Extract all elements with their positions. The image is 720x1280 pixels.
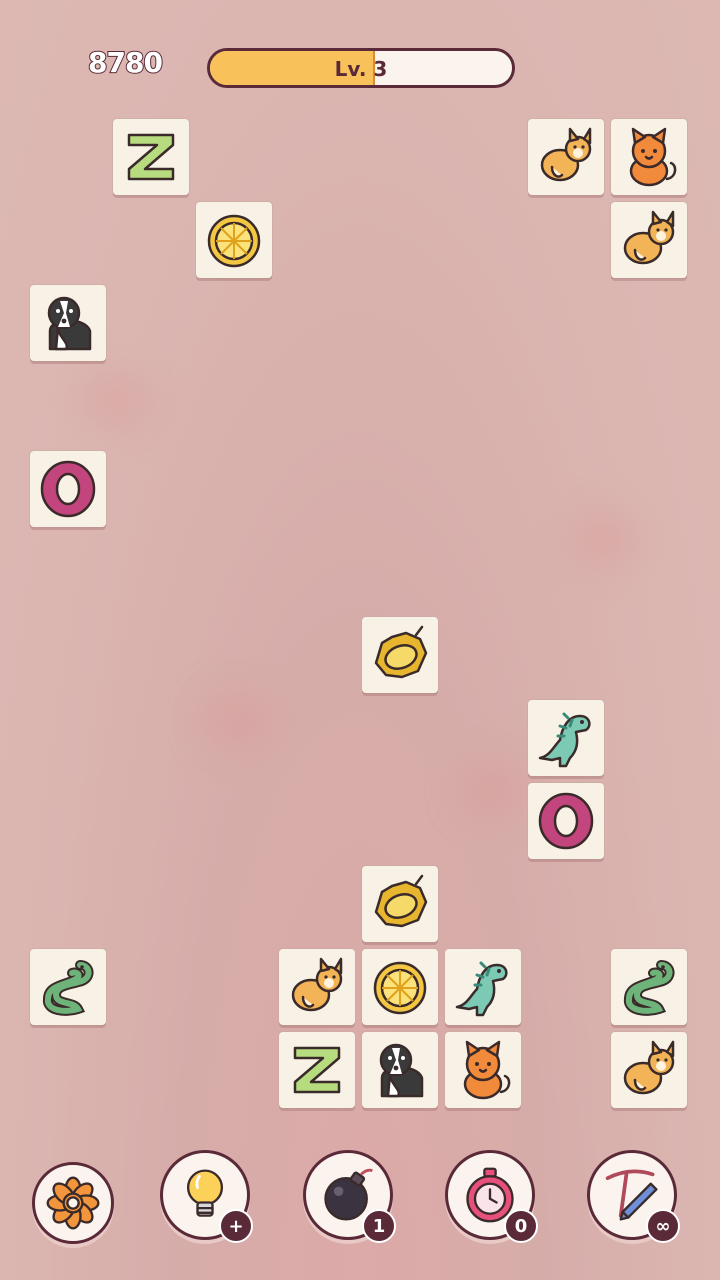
corgi-icon [291, 957, 343, 1012]
tile-dinosaur[interactable] [445, 949, 521, 1025]
score-display: 8780 [87, 45, 164, 80]
cat-icon [463, 1040, 511, 1100]
corgi-icon [623, 1040, 675, 1095]
bomb-button[interactable]: 1 [303, 1150, 396, 1243]
tool-count-badge: ∞ [646, 1209, 680, 1243]
durian-icon [374, 874, 428, 928]
bg-blob [200, 690, 270, 750]
tile-lemon[interactable] [362, 949, 438, 1025]
collie-icon [47, 296, 92, 351]
snake-icon [624, 960, 675, 1016]
tile-cat[interactable] [445, 1032, 521, 1108]
corgi-icon [540, 127, 592, 182]
durian-icon [374, 625, 428, 679]
tile-letter-z[interactable] [279, 1032, 355, 1108]
tile-corgi[interactable] [279, 949, 355, 1025]
letter-z-icon [293, 1046, 341, 1094]
tile-lemon[interactable] [196, 202, 272, 278]
letter-z-icon [127, 133, 175, 181]
tile-collie[interactable] [30, 285, 106, 361]
tool-count-badge: + [219, 1209, 253, 1243]
bg-blob [80, 370, 150, 430]
tile-cat[interactable] [611, 119, 687, 195]
letter-o-icon [538, 792, 594, 850]
tile-dinosaur[interactable] [528, 700, 604, 776]
gear-icon [46, 1176, 100, 1230]
tile-letter-o[interactable] [528, 783, 604, 859]
dinosaur-icon [538, 712, 591, 768]
lemon-icon [373, 961, 427, 1015]
cat-icon [629, 127, 677, 187]
tile-durian[interactable] [362, 617, 438, 693]
snake-icon [43, 960, 94, 1016]
level-progress-bar: Lv. 3 [207, 48, 515, 88]
bg-blob [460, 760, 530, 820]
lemon-icon [207, 214, 261, 268]
tile-corgi[interactable] [528, 119, 604, 195]
tile-letter-o[interactable] [30, 451, 106, 527]
letter-o-icon [40, 460, 96, 518]
level-label: Lv. 3 [334, 57, 388, 81]
dinosaur-icon [455, 961, 508, 1017]
tile-corgi[interactable] [611, 202, 687, 278]
tile-corgi[interactable] [611, 1032, 687, 1108]
bg-blob [570, 510, 640, 570]
timer-button[interactable]: 0 [445, 1150, 538, 1243]
hint-button[interactable]: + [160, 1150, 253, 1243]
tile-letter-z[interactable] [113, 119, 189, 195]
tile-snake[interactable] [611, 949, 687, 1025]
tile-durian[interactable] [362, 866, 438, 942]
tool-count-badge: 1 [362, 1209, 396, 1243]
pen-button[interactable]: ∞ [587, 1150, 680, 1243]
tile-collie[interactable] [362, 1032, 438, 1108]
settings-button[interactable] [32, 1162, 114, 1244]
tile-snake[interactable] [30, 949, 106, 1025]
tool-count-badge: 0 [504, 1209, 538, 1243]
corgi-icon [623, 210, 675, 265]
collie-icon [379, 1043, 424, 1098]
